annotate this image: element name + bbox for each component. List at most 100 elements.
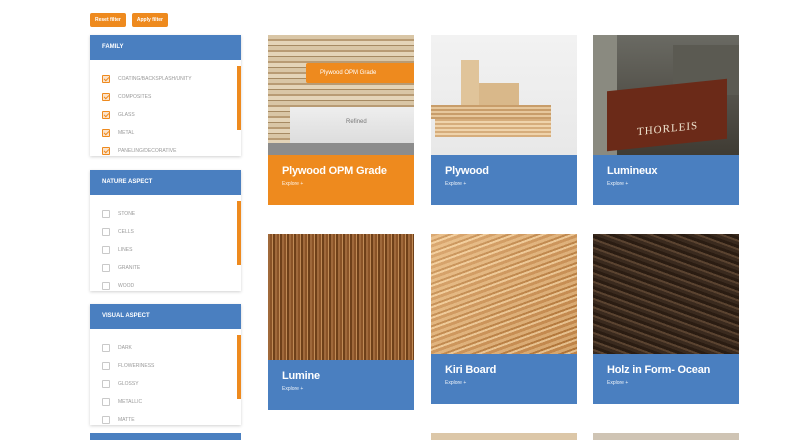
filter-options: Dark Floweriness Glossy Metallic Matte (90, 329, 241, 425)
checkbox[interactable] (102, 344, 110, 352)
filter-option-label: Granite (118, 265, 141, 271)
checkbox[interactable] (102, 264, 110, 272)
filter-option-label: Stone (118, 211, 136, 217)
product-image[interactable] (431, 234, 577, 354)
filter-option[interactable]: Paneling/decorative (102, 142, 241, 156)
explore-link[interactable]: Explore + (607, 380, 725, 386)
next-row-card-edge[interactable] (431, 433, 577, 440)
product-card[interactable]: THORLEIS Lumineux Explore + (593, 35, 739, 205)
product-title[interactable]: Lumineux (607, 165, 725, 177)
filter-option[interactable]: Glossy (102, 375, 241, 393)
filter-option[interactable]: Dark (102, 339, 241, 357)
filter-option[interactable]: Coating/backsplash/unity (102, 70, 241, 88)
filter-option[interactable]: Floweriness (102, 357, 241, 375)
checkbox[interactable] (102, 93, 110, 101)
filter-option[interactable]: Metallic (102, 393, 241, 411)
checkbox[interactable] (102, 75, 110, 83)
checkbox[interactable] (102, 282, 110, 290)
product-caption[interactable]: Lumine Explore + (268, 360, 414, 410)
filter-option-label: Lines (118, 247, 133, 253)
filter-option-label: Paneling/decorative (118, 148, 177, 154)
product-title[interactable]: Kiri Board (445, 364, 563, 376)
product-caption[interactable]: Lumineux Explore + (593, 155, 739, 205)
filter-scrollbar[interactable] (237, 201, 241, 265)
filter-panel-nature-aspect: Nature aspect Stone Cells Lines Granite … (90, 170, 241, 291)
apply-filter-button[interactable]: Apply filter (131, 13, 168, 27)
filter-option-label: Cells (118, 229, 134, 235)
product-image[interactable] (431, 35, 577, 155)
checkbox[interactable] (102, 398, 110, 406)
checkbox[interactable] (102, 147, 110, 155)
hover-label[interactable]: Plywood OPM Grade (306, 63, 414, 83)
wood-block (435, 119, 551, 137)
filter-panel-header-next[interactable] (90, 433, 241, 440)
filter-title[interactable]: Nature aspect (90, 170, 241, 195)
explore-link[interactable]: Explore + (607, 181, 725, 187)
wood-block (479, 83, 519, 105)
wood-block (461, 60, 479, 105)
product-image[interactable] (593, 234, 739, 354)
filter-option-label: Metal (118, 130, 135, 136)
filter-option[interactable]: Lines (102, 241, 241, 259)
filter-option[interactable]: Wood (102, 277, 241, 291)
filter-title[interactable]: Family (90, 35, 241, 60)
image-sheen (431, 234, 577, 354)
filter-scrollbar[interactable] (237, 335, 241, 399)
product-title[interactable]: Plywood OPM Grade (282, 165, 400, 177)
reset-filter-button[interactable]: Reset filter (90, 13, 126, 27)
filter-actions: Reset filter Apply filter (90, 13, 168, 27)
product-card[interactable]: Kiri Board Explore + (431, 234, 577, 404)
explore-link[interactable]: Explore + (282, 386, 400, 392)
filter-panel-family: Family Coating/backsplash/unity Composit… (90, 35, 241, 156)
filter-option-label: Coating/backsplash/unity (118, 76, 192, 82)
filter-option-label: Matte (118, 417, 135, 423)
filter-option-label: Wood (118, 283, 135, 289)
next-row-card-edge[interactable] (593, 433, 739, 440)
filter-option[interactable]: Stone (102, 205, 241, 223)
product-title[interactable]: Plywood (445, 165, 563, 177)
explore-link[interactable]: Explore + (445, 380, 563, 386)
product-image[interactable] (268, 234, 414, 360)
filter-option-label: Dark (118, 345, 132, 351)
filter-option[interactable]: Cells (102, 223, 241, 241)
checkbox[interactable] (102, 380, 110, 388)
checkbox[interactable] (102, 228, 110, 236)
product-card[interactable]: Holz in Form- Ocean Explore + (593, 234, 739, 404)
filter-option-label: Glossy (118, 381, 139, 387)
explore-link[interactable]: Explore + (282, 181, 400, 187)
product-title[interactable]: Holz in Form- Ocean (607, 364, 725, 376)
filter-options: Stone Cells Lines Granite Wood (90, 195, 241, 291)
filter-option-label: Glass (118, 112, 135, 118)
filter-options: Coating/backsplash/unity Composites Glas… (90, 60, 241, 156)
product-image[interactable]: Refined Plywood OPM Grade (268, 35, 414, 155)
product-card[interactable]: Lumine Explore + (268, 234, 414, 410)
product-card[interactable]: Plywood Explore + (431, 35, 577, 205)
product-title[interactable]: Lumine (282, 370, 400, 382)
checkbox[interactable] (102, 362, 110, 370)
checkbox[interactable] (102, 129, 110, 137)
checkbox[interactable] (102, 111, 110, 119)
filter-option[interactable]: Metal (102, 124, 241, 142)
product-caption[interactable]: Kiri Board Explore + (431, 354, 577, 404)
image-caption: Refined (346, 119, 367, 125)
product-caption[interactable]: Plywood Explore + (431, 155, 577, 205)
checkbox[interactable] (102, 246, 110, 254)
wood-block (431, 105, 551, 119)
product-caption[interactable]: Holz in Form- Ocean Explore + (593, 354, 739, 404)
product-card[interactable]: Refined Plywood OPM Grade Plywood OPM Gr… (268, 35, 414, 205)
filter-scrollbar[interactable] (237, 66, 241, 130)
filter-option[interactable]: Matte (102, 411, 241, 425)
product-image[interactable]: THORLEIS (593, 35, 739, 155)
filter-option[interactable]: Granite (102, 259, 241, 277)
filter-option-label: Floweriness (118, 363, 155, 369)
filter-panel-visual-aspect: Visual aspect Dark Floweriness Glossy Me… (90, 304, 241, 425)
filter-option-label: Metallic (118, 399, 143, 405)
explore-link[interactable]: Explore + (445, 181, 563, 187)
checkbox[interactable] (102, 416, 110, 424)
filter-option[interactable]: Composites (102, 88, 241, 106)
filter-title[interactable]: Visual aspect (90, 304, 241, 329)
sheet-shape (268, 143, 414, 155)
checkbox[interactable] (102, 210, 110, 218)
product-caption[interactable]: Plywood OPM Grade Explore + (268, 155, 414, 205)
filter-option[interactable]: Glass (102, 106, 241, 124)
